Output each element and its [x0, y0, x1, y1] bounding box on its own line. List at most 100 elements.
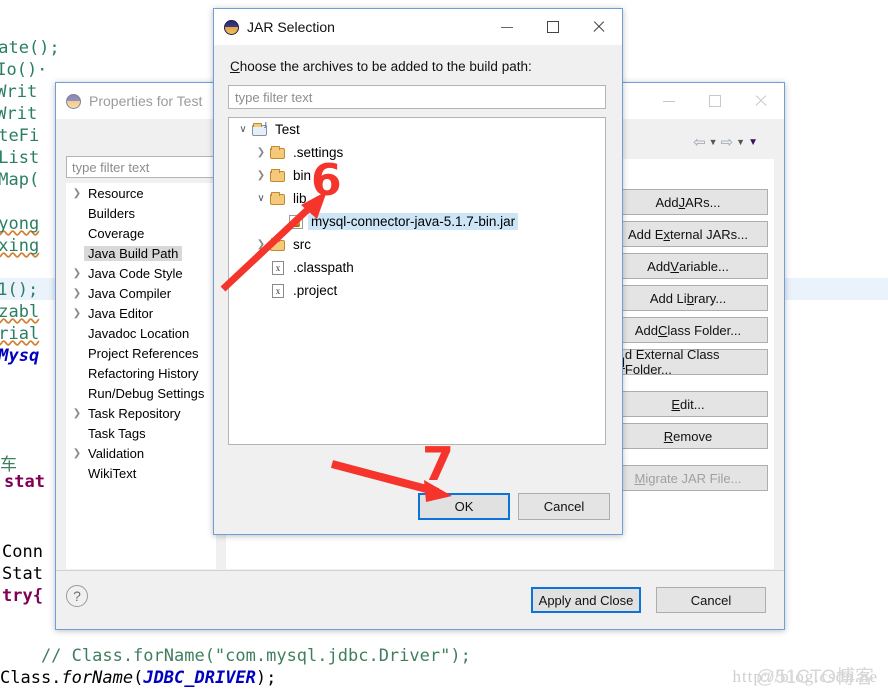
close-icon[interactable] [738, 84, 784, 118]
chevron-down-icon[interactable]: ∨ [235, 124, 251, 135]
jar-filter-input[interactable]: type filter text [228, 85, 606, 109]
tree-row[interactable]: x .classpath [229, 256, 605, 279]
folder-icon [269, 237, 287, 253]
code-line: erial [0, 324, 40, 344]
jar-window-controls[interactable] [484, 9, 622, 45]
sidebar-item-label: Java Code Style [88, 265, 183, 281]
properties-filter-input[interactable]: type filter text [66, 156, 216, 178]
sidebar-item-builders[interactable]: Builders [66, 203, 216, 223]
sidebar-item-javadoc-location[interactable]: Javadoc Location [66, 323, 216, 343]
jar-prompt-label: Choose the archives to be added to the b… [230, 59, 532, 74]
jar-dialog-body: Choose the archives to be added to the b… [214, 45, 622, 534]
minimize-icon[interactable] [484, 10, 530, 44]
chevron-right-icon[interactable]: ❯ [253, 147, 269, 158]
chevron-right-icon[interactable]: ❯ [70, 408, 84, 419]
menu-chevron-down-icon[interactable]: ▼ [748, 137, 758, 148]
tree-row[interactable]: ∨ Test [229, 118, 605, 141]
minimize-icon[interactable] [646, 84, 692, 118]
sidebar-item-resource[interactable]: ❯ Resource [66, 183, 216, 203]
sidebar-item-wikitext[interactable]: WikiText [66, 463, 216, 483]
add-variable-button[interactable]: Add Variable... [608, 253, 768, 279]
properties-footer: ? Apply and Close Cancel [56, 571, 784, 629]
sidebar-item-java-build-path[interactable]: Java Build Path [66, 243, 216, 263]
jar-dialog-title: JAR Selection [247, 19, 335, 35]
tree-row-label: lib [293, 191, 307, 206]
add-class-folder-button[interactable]: Add Class Folder... [608, 317, 768, 343]
jar-tree-view[interactable]: ∨ Test ❯ .settings ❯ bin ∨ lib mysql-connector-j… [228, 117, 606, 445]
sidebar-item-java-compiler[interactable]: ❯ Java Compiler [66, 283, 216, 303]
chevron-right-icon[interactable]: ❯ [70, 268, 84, 279]
folder-icon [269, 168, 287, 184]
forward-chevron-down-icon[interactable]: ▼ [736, 137, 745, 147]
chevron-right-icon[interactable]: ❯ [70, 288, 84, 299]
tree-row[interactable]: x .project [229, 279, 605, 302]
folder-icon [269, 191, 287, 207]
code-method-token: forName [61, 668, 134, 688]
xml-file-icon: x [269, 283, 287, 299]
close-icon[interactable] [576, 10, 622, 44]
sidebar-item-java-code-style[interactable]: ❯ Java Code Style [66, 263, 216, 283]
chevron-right-icon[interactable]: ❯ [70, 308, 84, 319]
tree-row[interactable]: ∨ lib [229, 187, 605, 210]
add-external-jars-button[interactable]: Add Ex ternal JARs... [608, 221, 768, 247]
sidebar-item-task-tags[interactable]: Task Tags [66, 423, 216, 443]
apply-and-close-button[interactable]: Apply and Close [531, 587, 641, 613]
maximize-icon[interactable] [692, 84, 738, 118]
sidebar-item-task-repository[interactable]: ❯ Task Repository [66, 403, 216, 423]
sidebar-item-coverage[interactable]: Coverage [66, 223, 216, 243]
tree-row[interactable]: ❯ .settings [229, 141, 605, 164]
code-line: nMap( [0, 170, 40, 190]
code-line: Date(); [0, 38, 60, 58]
add-library-button[interactable]: Add Li b rary... [608, 285, 768, 311]
sidebar-item-label: Validation [88, 445, 145, 461]
eclipse-icon [224, 19, 239, 35]
tree-row[interactable]: ❯ bin [229, 164, 605, 187]
ok-button[interactable]: OK [418, 493, 510, 520]
sidebar-item-validation[interactable]: ❯ Validation [66, 443, 216, 463]
back-arrow-icon[interactable]: ⇦ [693, 133, 706, 151]
add-jars-button[interactable]: Add J ARs... [608, 189, 768, 215]
sidebar-item-java-editor[interactable]: ❯ Java Editor [66, 303, 216, 323]
sidebar-item-label: Task Repository [88, 405, 181, 421]
sidebar-item-label: Refactoring History [88, 365, 199, 381]
tree-row[interactable]: ❯ src [229, 233, 605, 256]
panel-nav-arrows[interactable]: ⇦ ▼ ⇨ ▼ ▼ [693, 133, 758, 151]
sidebar-item-label: Javadoc Location [88, 325, 190, 341]
chevron-right-icon[interactable]: ❯ [70, 188, 84, 199]
chevron-down-icon[interactable]: ∨ [253, 193, 269, 204]
code-line: t1(); [0, 280, 39, 300]
properties-nav-list[interactable]: ❯ Resource Builders Coverage Java Build Path… [66, 183, 216, 569]
jar-titlebar[interactable]: JAR Selection [214, 9, 622, 45]
help-icon[interactable]: ? [66, 585, 88, 607]
code-class-token: Class. [0, 668, 62, 688]
add-external-class-folder-button[interactable]: Add External Class Folder... [608, 347, 768, 377]
tree-row-label: Test [275, 122, 300, 137]
chevron-right-icon[interactable]: ❯ [70, 448, 84, 459]
sidebar-item-project-references[interactable]: Project References [66, 343, 216, 363]
button-group-gap [608, 381, 774, 391]
sidebar-item-refactoring-history[interactable]: Refactoring History [66, 363, 216, 383]
properties-window-controls[interactable] [646, 83, 784, 119]
code-line: stat [4, 472, 45, 492]
button-group-gap [608, 455, 774, 465]
forward-arrow-icon[interactable]: ⇨ [721, 133, 734, 151]
sidebar-item-run-debug-settings[interactable]: Run/Debug Settings [66, 383, 216, 403]
jar-cancel-button[interactable]: Cancel [518, 493, 610, 520]
remove-button[interactable]: Remove [608, 423, 768, 449]
chevron-right-icon[interactable]: ❯ [253, 239, 269, 250]
eclipse-icon [66, 93, 81, 109]
tree-row[interactable]: mysql-connector-java-5.1.7-bin.jar [229, 210, 605, 233]
code-line: dWrit [0, 104, 38, 124]
code-line: nMysq [0, 346, 40, 366]
build-path-buttons[interactable]: Add J ARs... Add Ex ternal JARs... Add Varia… [608, 189, 774, 497]
tree-row-label: .project [293, 283, 338, 298]
chevron-right-icon[interactable]: ❯ [253, 170, 269, 181]
code-line: nList [0, 148, 40, 168]
maximize-icon[interactable] [530, 10, 576, 44]
tree-row-label: .settings [293, 145, 344, 160]
edit-button[interactable]: Edit... [608, 391, 768, 417]
jar-selection-dialog[interactable]: JAR Selection Choose the archives to be … [213, 8, 623, 535]
back-chevron-down-icon[interactable]: ▼ [709, 137, 718, 147]
code-comment-line: // Class.forName("com.mysql.jdbc.Driver"… [0, 646, 471, 666]
properties-cancel-button[interactable]: Cancel [656, 587, 766, 613]
